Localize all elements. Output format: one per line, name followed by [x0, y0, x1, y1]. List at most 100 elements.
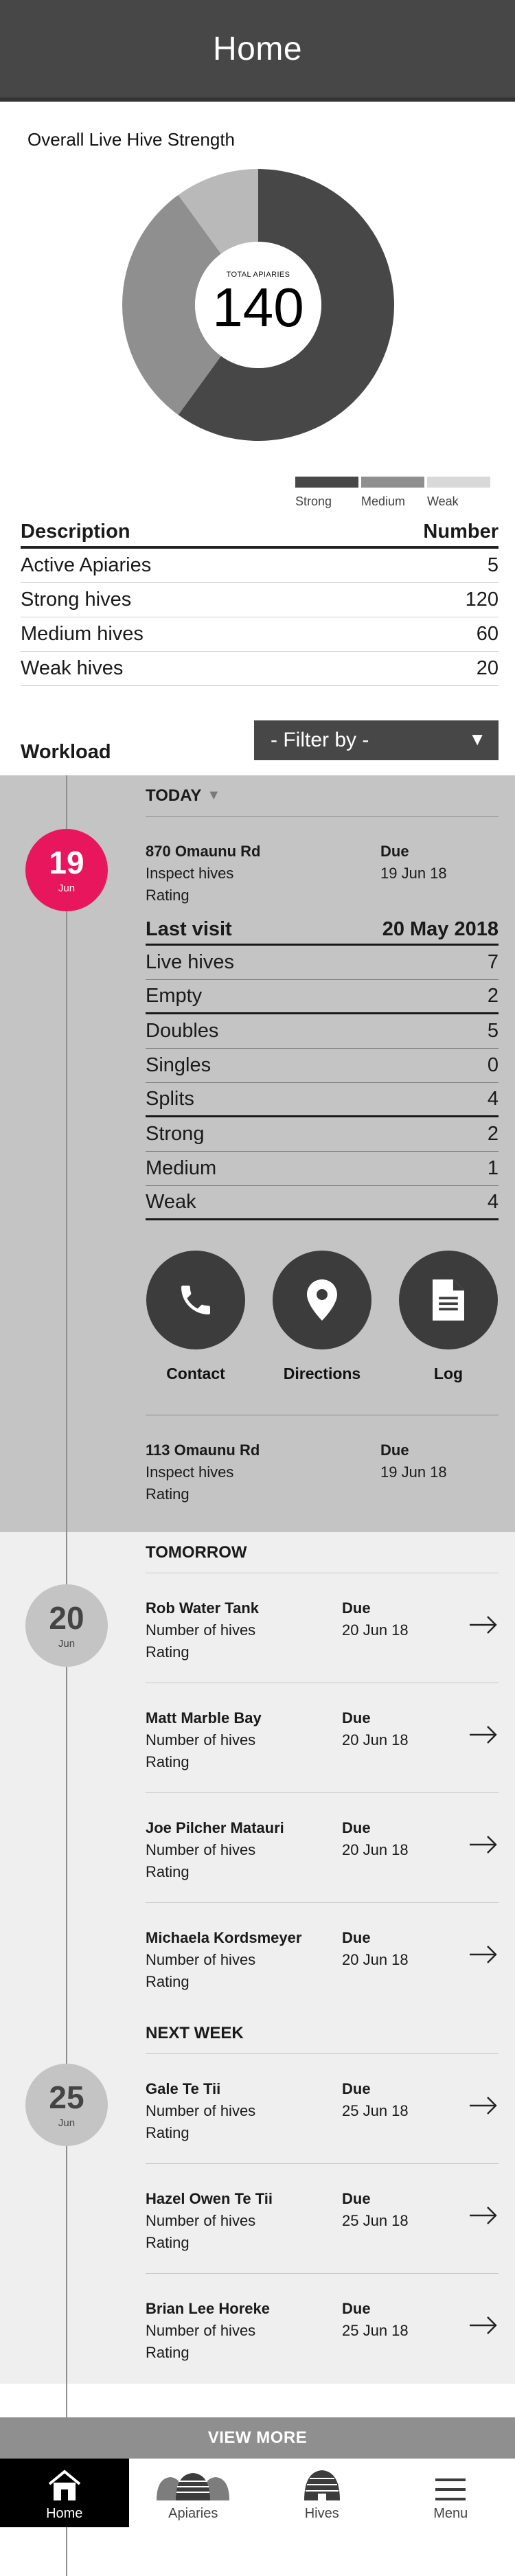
- table-row: Weak hives 20: [21, 652, 499, 686]
- arrow-right-icon[interactable]: [468, 2095, 499, 2116]
- legend-label: Weak: [427, 494, 490, 509]
- action-label: Contact: [166, 1365, 225, 1383]
- task-due-date: 20 Jun 18: [342, 1841, 409, 1859]
- log-circle[interactable]: [399, 1251, 498, 1349]
- task-place: 113 Omaunu Rd: [146, 1441, 260, 1459]
- row-label: Live hives: [146, 951, 234, 974]
- task-due-label: Due: [380, 1441, 409, 1459]
- nav-item-home[interactable]: Home: [0, 2459, 129, 2527]
- arrow-right-icon[interactable]: [468, 1724, 499, 1745]
- date-badge-next-week: 25 Jun: [25, 2064, 108, 2146]
- date-month: Jun: [58, 2117, 75, 2129]
- task-rating: Rating: [146, 887, 190, 904]
- task-due-label: Due: [342, 1709, 371, 1727]
- task-rating: Rating: [146, 1973, 190, 1991]
- table-row: Empty2: [146, 980, 499, 1014]
- task-item[interactable]: Gale Te Tii Number of hives Rating Due 2…: [146, 2054, 499, 2164]
- view-more-button[interactable]: VIEW MORE: [0, 2417, 515, 2459]
- nav-item-apiaries[interactable]: Apiaries: [129, 2459, 258, 2527]
- row-label: Splits: [146, 1088, 194, 1110]
- task-item[interactable]: Joe Pilcher Matauri Number of hives Rati…: [146, 1793, 499, 1903]
- task-rating: Rating: [146, 2234, 190, 2252]
- table-row: Active Apiaries 5: [21, 549, 499, 583]
- row-value: 5: [488, 554, 499, 577]
- arrow-right-icon[interactable]: [468, 1834, 499, 1855]
- last-visit-label: Last visit: [146, 918, 232, 941]
- hive-strength-donut-chart: [121, 168, 396, 442]
- task-rating: Rating: [146, 2344, 190, 2362]
- action-buttons: Contact Directions: [146, 1251, 499, 1383]
- date-badge-tomorrow: 20 Jun: [25, 1584, 108, 1667]
- nav-item-menu[interactable]: Menu: [387, 2459, 515, 2527]
- task-item[interactable]: Hazel Owen Te Tii Number of hives Rating…: [146, 2164, 499, 2274]
- legend-swatch-medium: [361, 477, 424, 488]
- hive-strength-card: Overall Live Hive Strength TOTAL APIARIE…: [0, 102, 515, 527]
- app-header: Home: [0, 0, 515, 102]
- task-place: Rob Water Tank: [146, 1599, 259, 1617]
- table-row: Strong2: [146, 1117, 499, 1152]
- arrow-right-icon[interactable]: [468, 2205, 499, 2226]
- chart-title: Overall Live Hive Strength: [27, 129, 235, 150]
- task-due-date: 19 Jun 18: [380, 865, 447, 882]
- row-value: 0: [488, 1054, 499, 1077]
- table-row: Strong hives 120: [21, 583, 499, 617]
- last-visit-header: Last visit 20 May 2018: [146, 918, 499, 946]
- table-row: Doubles5: [146, 1014, 499, 1049]
- dropdown-arrow-icon: ▼: [468, 729, 486, 750]
- legend-label: Strong: [295, 494, 358, 509]
- arrow-right-icon[interactable]: [468, 1615, 499, 1635]
- task-place: Michaela Kordsmeyer: [146, 1929, 301, 1947]
- timeline-upcoming: 20 Jun 25 Jun TOMORROW Rob Water Tank Nu…: [0, 1532, 515, 2384]
- task-detail: Number of hives: [146, 1621, 255, 1639]
- last-visit-date: 20 May 2018: [382, 918, 499, 941]
- date-day: 25: [49, 2082, 84, 2113]
- task-rating: Rating: [146, 1485, 190, 1503]
- contact-button[interactable]: Contact: [146, 1251, 246, 1383]
- task-item[interactable]: Michaela Kordsmeyer Number of hives Rati…: [146, 1903, 499, 2013]
- task-due-label: Due: [342, 1599, 371, 1617]
- date-badge-today: 19 Jun: [25, 829, 108, 911]
- nav-item-hives[interactable]: Hives: [258, 2459, 387, 2527]
- task-item[interactable]: Rob Water Tank Number of hives Rating Du…: [146, 1573, 499, 1683]
- row-label: Doubles: [146, 1020, 218, 1042]
- task-detail: Number of hives: [146, 2322, 255, 2340]
- arrow-right-icon[interactable]: [468, 1944, 499, 1965]
- task-due-label: Due: [342, 2080, 371, 2098]
- date-month: Jun: [58, 1638, 75, 1650]
- contact-circle[interactable]: [146, 1251, 245, 1349]
- action-label: Directions: [284, 1365, 360, 1383]
- table-row: Medium hives 60: [21, 617, 499, 652]
- task-due-date: 25 Jun 18: [342, 2322, 409, 2340]
- filter-label: - Filter by -: [271, 729, 369, 752]
- nav-label: Menu: [433, 2506, 468, 2522]
- filter-dropdown[interactable]: - Filter by - ▼: [254, 720, 499, 760]
- log-button[interactable]: Log: [398, 1251, 499, 1383]
- workload-header: Workload - Filter by - ▼: [0, 720, 515, 775]
- directions-button[interactable]: Directions: [272, 1251, 372, 1383]
- directions-circle[interactable]: [273, 1251, 371, 1349]
- task-detail: Number of hives: [146, 1731, 255, 1749]
- task-place: Hazel Owen Te Tii: [146, 2190, 273, 2208]
- task-detail: Number of hives: [146, 1951, 255, 1969]
- task-due-label: Due: [380, 843, 409, 860]
- task-item[interactable]: Matt Marble Bay Number of hives Rating D…: [146, 1683, 499, 1793]
- task-item[interactable]: 113 Omaunu Rd Inspect hives Rating Due 1…: [146, 1415, 499, 1518]
- task-place: 870 Omaunu Rd: [146, 843, 260, 860]
- section-label-text: TOMORROW: [146, 1543, 247, 1562]
- task-item[interactable]: 870 Omaunu Rd Inspect hives Rating Due 1…: [146, 817, 499, 918]
- task-due-date: 19 Jun 18: [380, 1463, 447, 1481]
- task-item[interactable]: Brian Lee Horeke Number of hives Rating …: [146, 2274, 499, 2384]
- task-due-date: 20 Jun 18: [342, 1621, 409, 1639]
- row-label: Active Apiaries: [21, 554, 151, 577]
- task-detail: Inspect hives: [146, 1463, 233, 1481]
- date-day: 19: [49, 847, 84, 878]
- row-label: Medium hives: [21, 623, 144, 646]
- row-label: Singles: [146, 1054, 211, 1077]
- task-place: Brian Lee Horeke: [146, 2300, 270, 2318]
- row-label: Medium: [146, 1157, 216, 1180]
- arrow-right-icon[interactable]: [468, 2315, 499, 2336]
- task-due-date: 25 Jun 18: [342, 2212, 409, 2230]
- section-label-text: NEXT WEEK: [146, 2024, 244, 2043]
- row-value: 120: [466, 589, 499, 611]
- section-label-today[interactable]: TODAY ▼: [146, 775, 499, 817]
